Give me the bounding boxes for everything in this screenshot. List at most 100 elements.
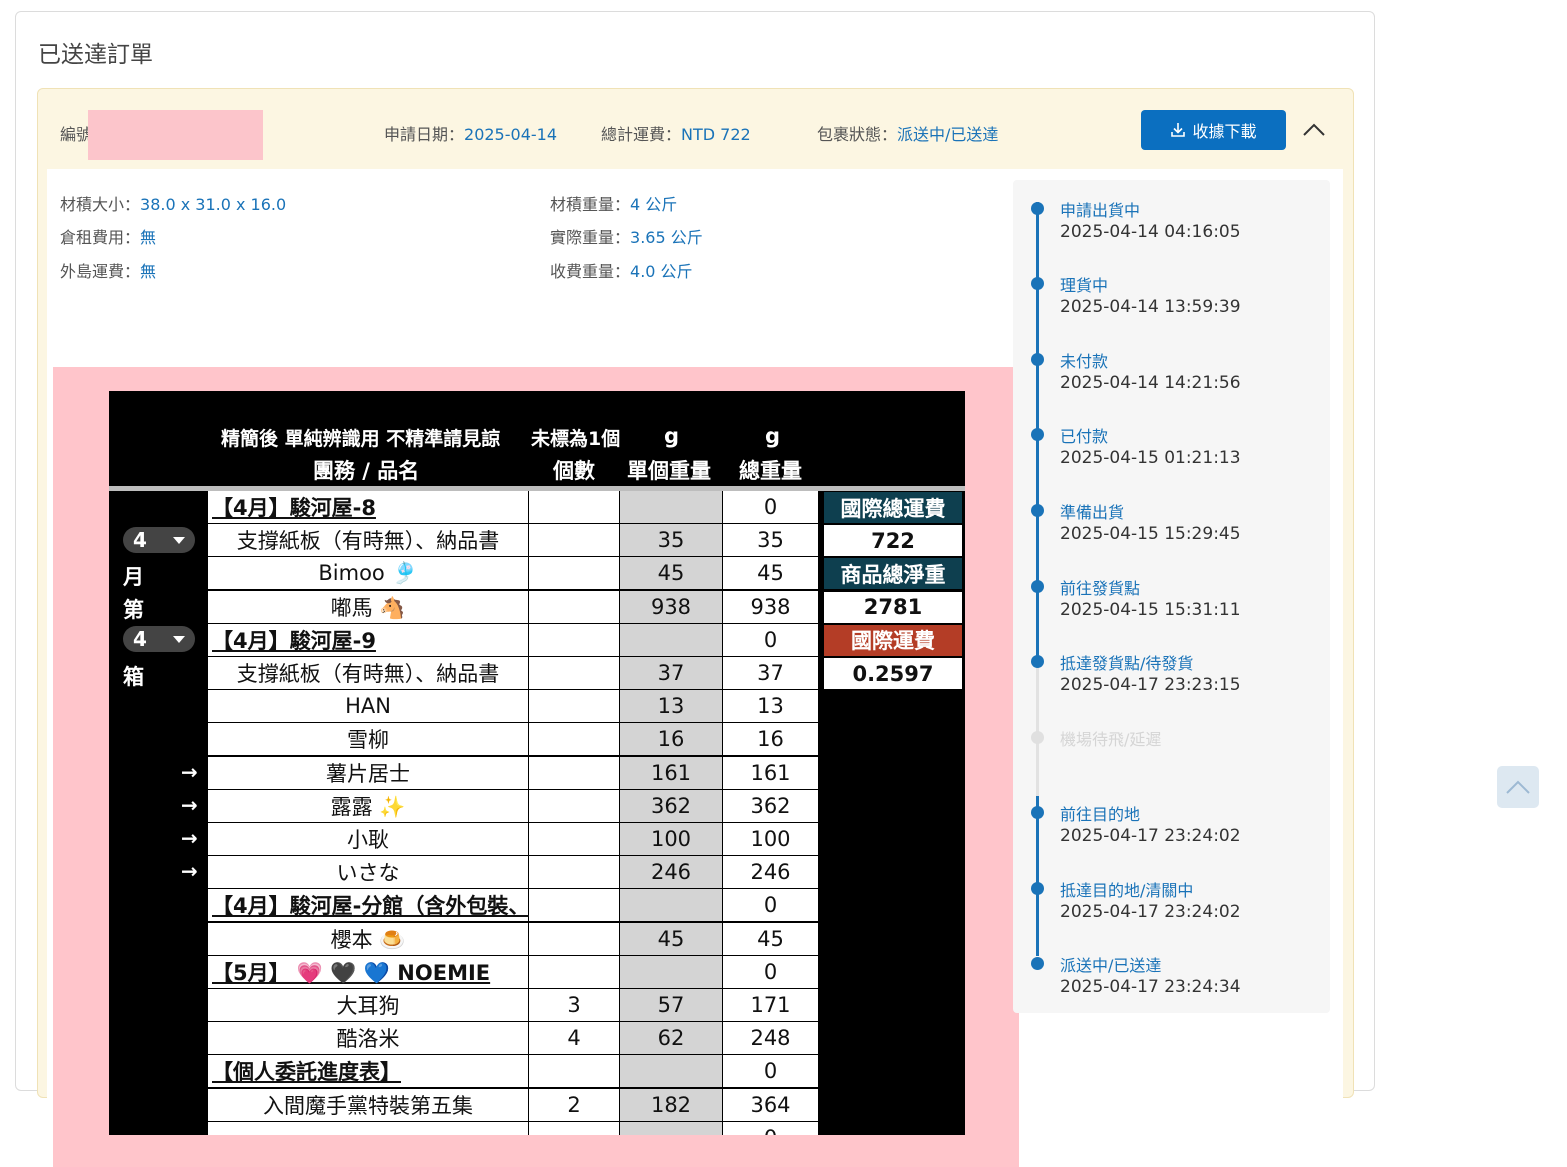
qty-cell [529,956,619,988]
item-name-cell: HAN [208,690,528,722]
qty-cell [529,823,619,855]
total-weight-cell: 45 [723,923,818,955]
timeline-step: 前往目的地 2025-04-17 23:24:02 [1013,789,1323,849]
order-panel: 編號 申請日期：2025-04-14 總計運費：NTD 722 包裹狀態：派送中… [37,88,1354,1167]
total-weight-cell: 0 [723,889,818,921]
unit-weight-cell: 45 [620,557,722,589]
item-name-cell: 支撐紙板（有時無）、納品書 [208,524,528,556]
header-qty: 個數 [553,459,595,483]
total-weight-cell: 161 [723,757,818,789]
item-name-cell: 【個人委託進度表】 [208,1055,528,1087]
item-name-cell: 雪柳 [208,723,528,755]
header-total: 總重量 [739,459,802,483]
receipt-download-button[interactable]: 收據下載 [1141,110,1286,150]
back-to-top-button[interactable] [1497,766,1539,808]
unit-weight-cell: 182 [620,1089,722,1121]
timeline-dot-icon [1031,806,1044,819]
unit-weight-cell: 37 [620,657,722,689]
total-weight-cell: 0 [723,1122,818,1135]
unit-weight-cell: 246 [620,856,722,888]
timeline-step: 準備出貨 2025-04-15 15:29:45 [1013,487,1323,547]
arrow-icon: → [181,793,198,817]
timeline-step-label: 前往發貨點 [1060,579,1141,598]
timeline-step: 未付款 2025-04-14 14:21:56 [1013,336,1323,396]
chevron-up-icon [1506,780,1530,794]
item-name-cell: 支撐紙板（有時無）、納品書 [208,657,528,689]
item-name-cell: 【5月】 💗 🖤 💙 NOEMIE [208,956,528,988]
unit-weight-cell: 13 [620,690,722,722]
shipment-timeline: 申請出貨中 2025-04-14 04:16:05 理貨中 2025-04-14 13… [1013,180,1330,1013]
weight-spreadsheet-image: 精簡後 單純辨識用 不精準請見諒 團務 / 品名 未標為1個 個數 g 單個重量… [109,391,965,1135]
summary-box: 722 [824,525,962,557]
total-weight-cell: 246 [723,856,818,888]
timeline-step-time: 2025-04-15 15:29:45 [1060,524,1241,544]
qty-cell [529,889,619,921]
timeline-dot-icon [1031,428,1044,441]
header-g1: g [664,424,680,448]
total-weight-cell: 0 [723,624,818,656]
qty-cell [529,757,619,789]
unit-weight-cell: 100 [620,823,722,855]
item-name-cell: 櫻本 🍮 [208,923,528,955]
timeline-step-time: 2025-04-17 23:23:15 [1060,675,1241,695]
item-name-cell: 【4月】駿河屋-8 [208,491,528,523]
total-weight-cell: 13 [723,690,818,722]
item-name-cell: 露露 ✨ [208,790,528,822]
qty-cell [529,1055,619,1087]
timeline-step-label: 未付款 [1060,352,1109,371]
package-status: 包裹狀態：派送中/已送達 [817,125,999,144]
total-weight-cell: 0 [723,491,818,523]
qty-cell [529,657,619,689]
unit-weight-cell: 161 [620,757,722,789]
summary-box: 商品總淨重 [824,558,962,590]
qty-cell [529,856,619,888]
summary-box: 2781 [824,591,962,623]
timeline-dot-icon [1031,202,1044,215]
qty-cell [529,690,619,722]
total-shipping: 總計運費：NTD 722 [601,125,751,144]
qty-cell [529,491,619,523]
timeline-step-time: 2025-04-17 23:24:02 [1060,826,1241,846]
timeline-step-label: 已付款 [1060,427,1109,446]
summary-box: 國際運費 [824,624,962,656]
item-name-cell: 大耳狗 [208,989,528,1021]
download-icon [1171,123,1186,137]
item-name-cell: いさな [208,856,528,888]
timeline-step-time: 2025-04-17 23:24:34 [1060,977,1241,997]
total-weight-cell: 37 [723,657,818,689]
unit-weight-cell: 35 [620,524,722,556]
total-weight-cell: 364 [723,1089,818,1121]
total-weight-cell: 248 [723,1022,818,1054]
volume-weight: 材積重量：4 公斤 [550,195,678,214]
arrow-icon: → [181,760,198,784]
unit-weight-cell [620,889,722,921]
timeline-step: 前往發貨點 2025-04-15 15:31:11 [1013,563,1323,623]
storage-fee: 倉租費用：無 [60,228,157,247]
total-weight-cell: 171 [723,989,818,1021]
qty-cell [529,591,619,623]
item-name-cell: 酷洛米 [208,1022,528,1054]
timeline-step-time: 2025-04-15 15:31:11 [1060,600,1241,620]
qty-cell: 2 [529,1089,619,1121]
unit-weight-cell: 57 [620,989,722,1021]
timeline-dot-icon [1031,353,1044,366]
qty-cell [529,1122,619,1135]
timeline-step: 機場待飛/延遲 [1013,714,1323,774]
qty-cell [529,524,619,556]
volume-size: 材積大小：38.0 x 31.0 x 16.0 [60,195,287,214]
unit-weight-cell [620,1055,722,1087]
side-char-order: 第 [123,598,144,622]
qty-cell: 4 [529,1022,619,1054]
unit-weight-cell [620,624,722,656]
timeline-step-label: 申請出貨中 [1060,201,1141,220]
order-header: 編號 申請日期：2025-04-14 總計運費：NTD 722 包裹狀態：派送中… [38,89,1353,171]
qty-cell: 3 [529,989,619,1021]
chevron-up-icon[interactable] [1301,117,1327,143]
unit-weight-cell [620,1122,722,1135]
timeline-dot-icon [1031,882,1044,895]
header-note: 精簡後 單純辨識用 不精準請見諒 [221,428,501,450]
header-note2: 未標為1個 [531,428,621,450]
unit-weight-cell: 16 [620,723,722,755]
timeline-step: 派送中/已送達 2025-04-17 23:24:34 [1013,940,1323,1000]
timeline-step-time: 2025-04-14 13:59:39 [1060,297,1241,317]
